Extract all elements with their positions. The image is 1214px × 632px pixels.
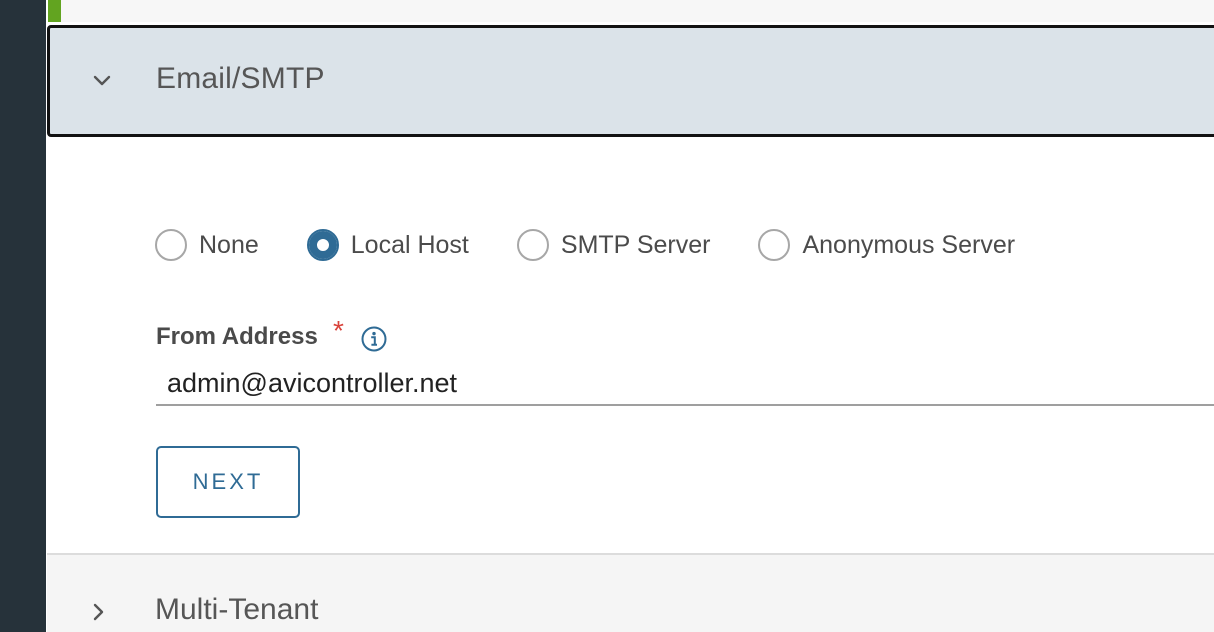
from-address-input[interactable] (156, 362, 1214, 406)
radio-button-smtp-server[interactable] (516, 229, 549, 261)
chevron-right-icon (93, 603, 104, 621)
previous-section-edge (61, 0, 1214, 22)
radio-button-none[interactable] (155, 229, 187, 261)
required-indicator: * (333, 315, 344, 346)
radio-label-anonymous-server: Anonymous Server (802, 230, 1016, 259)
email-smtp-section-body: None Local Host SMTP Server Anonymous Se… (47, 137, 1214, 553)
radio-button-anonymous-server[interactable] (758, 229, 791, 261)
radio-button-local-host[interactable] (306, 229, 339, 261)
radio-option-smtp-server[interactable]: SMTP Server (516, 229, 711, 261)
info-icon[interactable] (360, 325, 388, 353)
multi-tenant-title: Multi-Tenant (155, 593, 319, 626)
email-smtp-title: Email/SMTP (156, 62, 325, 95)
left-rail (0, 0, 46, 632)
radio-label-smtp-server: SMTP Server (560, 230, 711, 259)
email-smtp-section-header[interactable]: Email/SMTP (47, 25, 1214, 137)
next-button[interactable]: NEXT (156, 446, 300, 518)
chevron-down-icon (93, 75, 111, 86)
radio-option-none[interactable]: None (155, 229, 259, 261)
radio-label-local-host: Local Host (350, 230, 469, 259)
from-address-label: From Address (156, 323, 318, 350)
smtp-type-radio-group: None Local Host SMTP Server Anonymous Se… (155, 229, 1063, 261)
setup-wizard: Email/SMTP None Local Host SMTP Server A… (0, 0, 1214, 632)
radio-label-none: None (199, 230, 259, 259)
radio-option-anonymous-server[interactable]: Anonymous Server (758, 229, 1015, 261)
status-accent-strip (48, 0, 61, 22)
multi-tenant-section-header[interactable]: Multi-Tenant (47, 553, 1214, 632)
radio-option-local-host[interactable]: Local Host (306, 229, 469, 261)
